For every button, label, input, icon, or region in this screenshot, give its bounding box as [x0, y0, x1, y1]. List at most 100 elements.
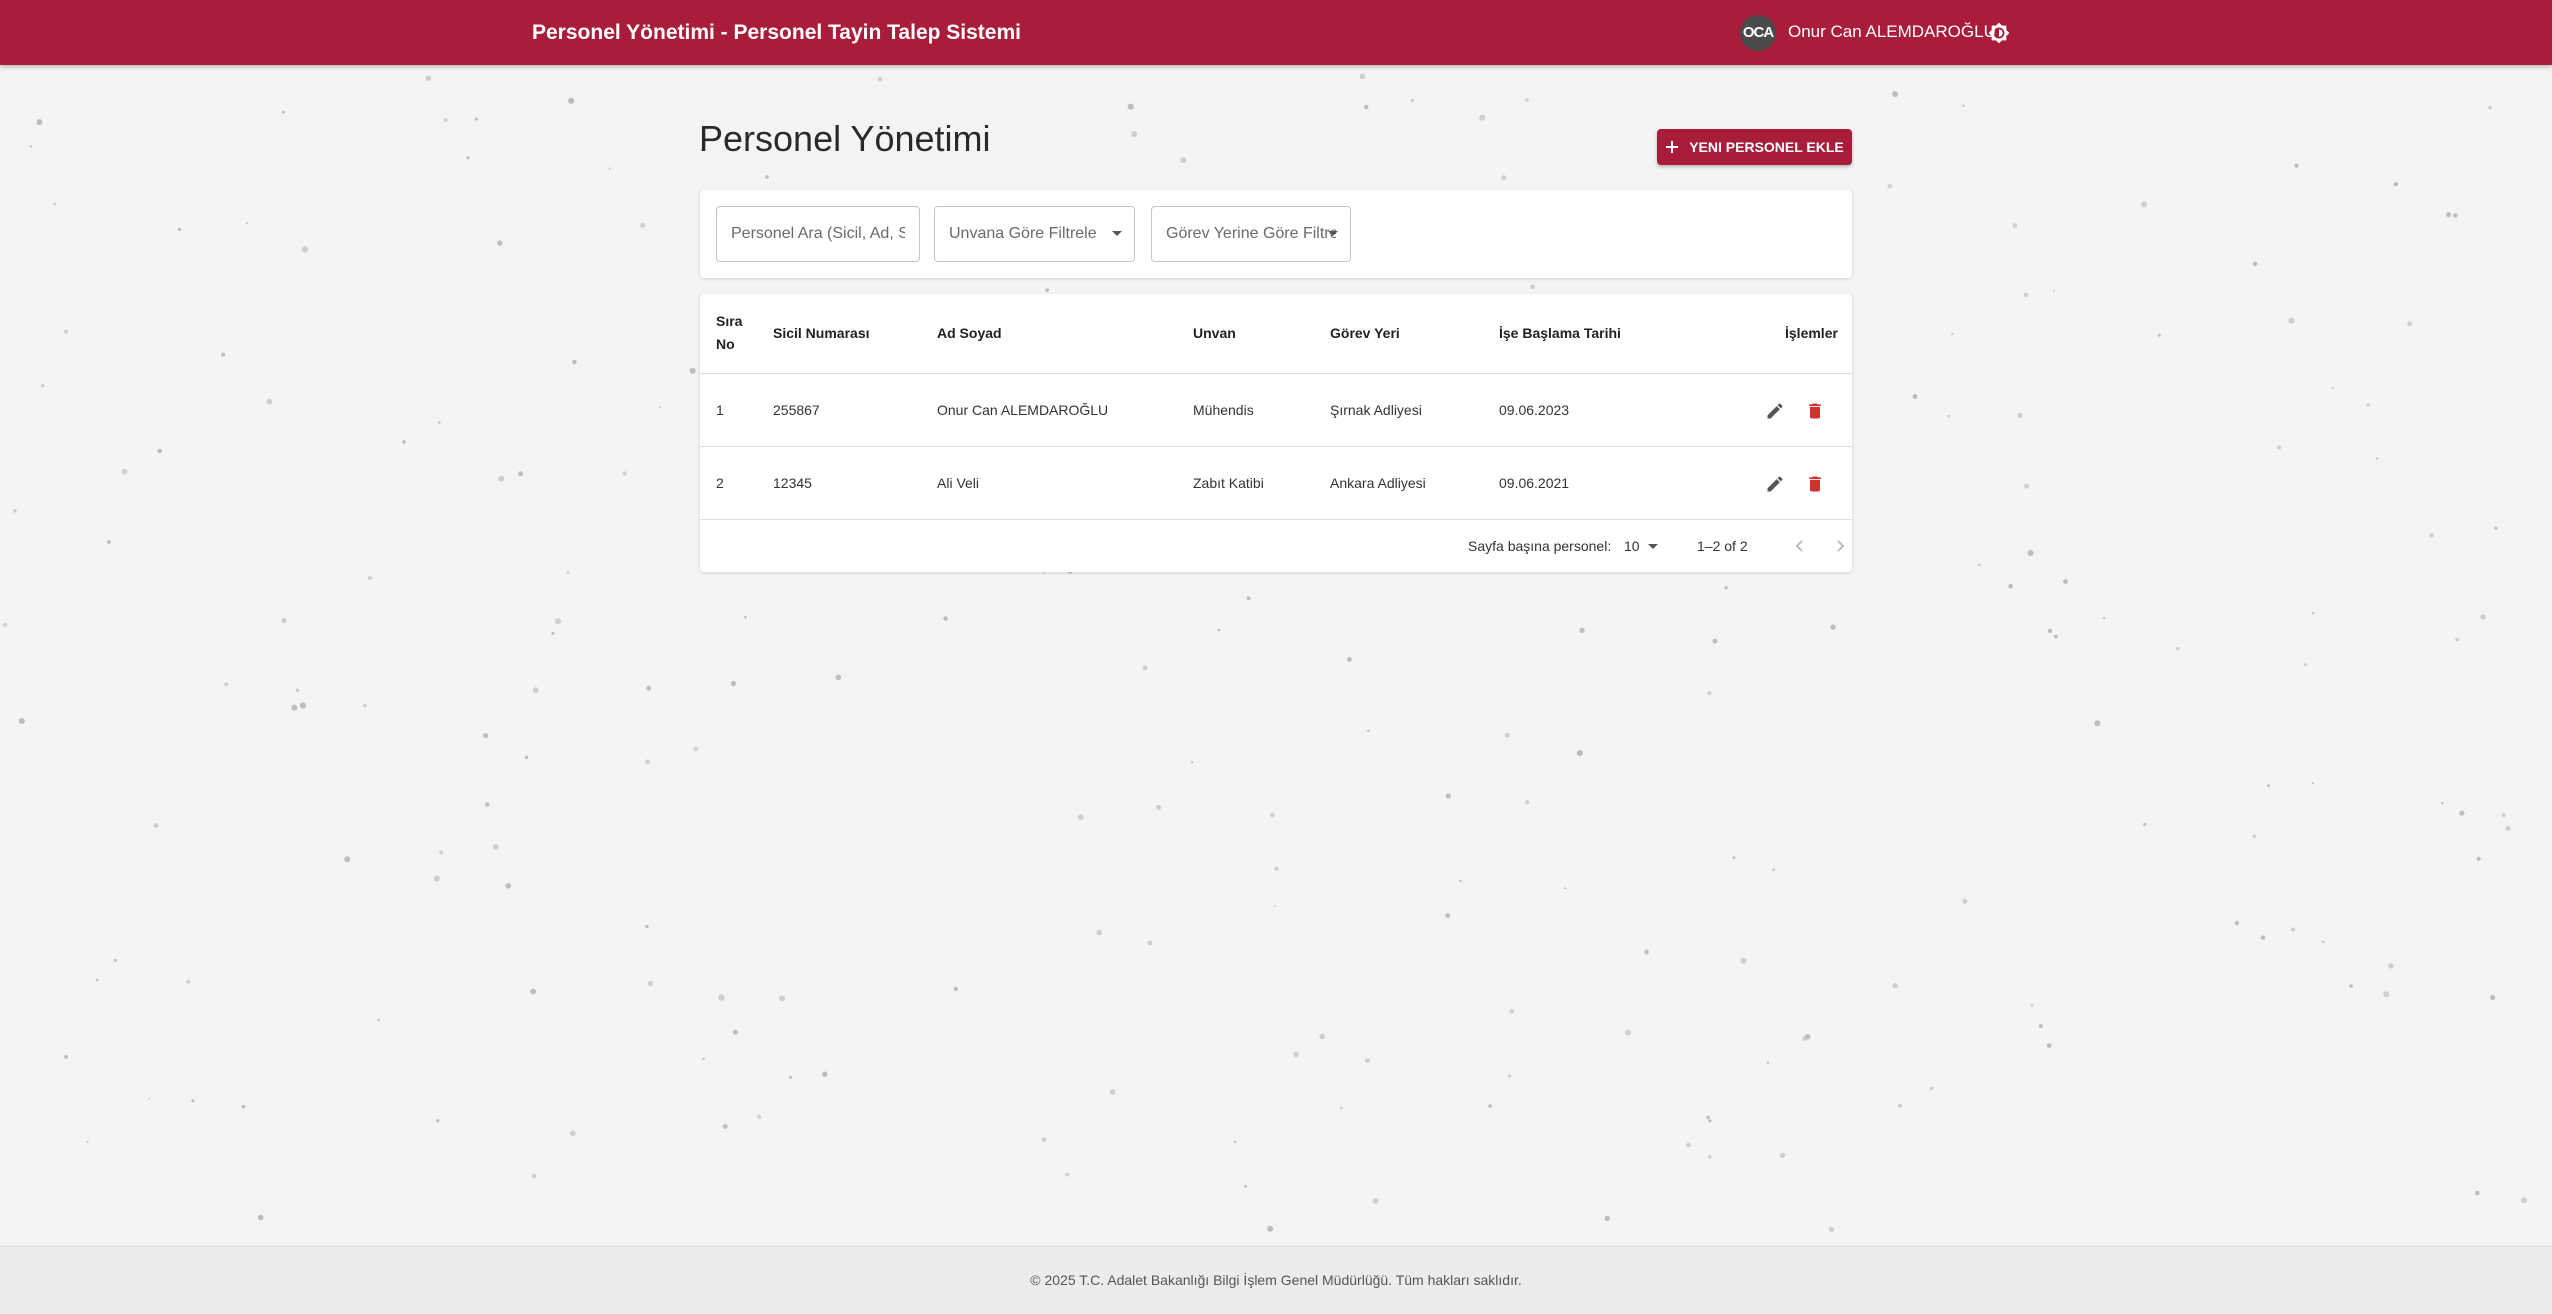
particle-dot [1504, 732, 1510, 738]
particle-dot [113, 958, 117, 962]
particle-dot [1217, 628, 1221, 632]
particle-dot [1805, 1034, 1811, 1040]
particle-dot [95, 978, 99, 982]
particle-dot [2052, 290, 2055, 293]
particle-dot [443, 118, 448, 123]
particle-dot [36, 119, 43, 126]
edit-icon [1767, 403, 1783, 419]
particle-dot [1507, 1074, 1512, 1078]
particle-dot [765, 175, 769, 179]
particle-dot [524, 755, 529, 760]
particle-dot [2023, 292, 2029, 298]
search-input[interactable] [717, 207, 919, 261]
edit-button[interactable] [1761, 397, 1789, 425]
delete-button[interactable] [1801, 397, 1829, 425]
particle-dot [953, 986, 958, 992]
particle-dot [718, 994, 725, 1001]
chevron-down-icon [1112, 231, 1122, 236]
particle-dot [693, 746, 699, 752]
particle-dot [1367, 729, 1370, 733]
particle-dot [148, 1097, 151, 1100]
theme-toggle-button[interactable] [1984, 18, 2014, 48]
particle-dot [1564, 887, 1567, 890]
particle-dot [2024, 483, 2030, 489]
particle-dot [1267, 1225, 1274, 1232]
particle-dot [2176, 646, 2180, 651]
edit-button[interactable] [1761, 470, 1789, 498]
particle-dot [2383, 991, 2390, 998]
particle-dot [2349, 984, 2353, 988]
particle-dot [344, 856, 351, 863]
location-filter-select[interactable]: Görev Yerine Göre Filtrele [1151, 206, 1351, 262]
username[interactable]: Onur Can ALEMDAROĞLU [1788, 0, 1996, 65]
particle-dot [2234, 920, 2240, 926]
particle-dot [1459, 879, 1462, 883]
particle-dot [1802, 1035, 1808, 1041]
particle-dot [2455, 637, 2460, 642]
cell-no: 2 [716, 475, 724, 491]
particle-dot [551, 631, 555, 635]
add-personnel-button[interactable]: YENI PERSONEL EKLE [1657, 129, 1852, 165]
add-personnel-label: YENI PERSONEL EKLE [1689, 139, 1844, 155]
page-range: 1–2 of 2 [1697, 538, 1748, 554]
particle-dot [1686, 1142, 1691, 1148]
particle-dot [1929, 1086, 1934, 1090]
particle-dot [566, 571, 570, 574]
particle-dot [2291, 927, 2296, 932]
particle-dot [555, 618, 561, 625]
particle-dot [191, 1099, 195, 1103]
particle-dot [1127, 103, 1134, 110]
particle-dot [2475, 1190, 2480, 1196]
particle-dot [645, 759, 650, 765]
particle-dot [1346, 656, 1352, 662]
particle-dot [1479, 114, 1486, 121]
particle-dot [2267, 784, 2270, 788]
cell-sicil: 255867 [773, 402, 820, 418]
particle-dot [363, 703, 367, 708]
particle-dot [1339, 1106, 1343, 1110]
particle-dot [689, 367, 696, 374]
particle-dot [2252, 834, 2257, 839]
avatar[interactable]: OCA [1740, 15, 1776, 51]
particle-dot [245, 221, 249, 225]
particle-dot [1191, 761, 1194, 764]
particle-dot [177, 227, 182, 232]
particle-dot [744, 615, 747, 619]
delete-button[interactable] [1801, 470, 1829, 498]
personnel-table: Sıra No Sicil Numarası Ad Soyad Unvan Gö… [700, 294, 1852, 572]
particle-dot [646, 685, 652, 691]
particle-dot [1912, 394, 1918, 399]
particle-dot [1951, 332, 1954, 336]
rows-per-page-select[interactable]: 10 [1624, 534, 1664, 558]
particle-dot [291, 704, 298, 711]
particle-dot [1364, 1058, 1370, 1063]
particle-dot [1041, 1137, 1047, 1142]
search-field[interactable] [716, 206, 920, 262]
particle-dot [2375, 457, 2378, 460]
next-page-button[interactable] [1828, 534, 1852, 558]
previous-page-button[interactable] [1788, 534, 1812, 558]
particle-dot [2277, 445, 2282, 450]
particle-dot [1509, 1009, 1515, 1014]
particle-dot [2501, 813, 2506, 818]
particle-dot [2054, 634, 2058, 639]
particle-dot [530, 988, 537, 995]
particle-dot [497, 240, 503, 246]
particle-dot [532, 1173, 537, 1179]
chevron-down-icon [1648, 544, 1658, 549]
header-actions: İşlemler [1785, 325, 1838, 341]
particle-dot [1706, 1115, 1710, 1120]
particle-dot [2393, 182, 2398, 187]
particle-dot [2505, 825, 2511, 831]
particle-dot [2017, 412, 2023, 418]
delete-icon [1809, 403, 1821, 419]
pagination: Sayfa başına personel: 10 1–2 of 2 [700, 520, 1852, 572]
particle-dot [1830, 624, 1836, 630]
particle-dot [1364, 104, 1369, 110]
particle-dot [1147, 940, 1153, 946]
particle-dot [822, 1071, 828, 1077]
particle-dot [570, 1130, 576, 1136]
particle-dot [29, 145, 33, 148]
location-filter-label: Görev Yerine Göre Filtrele [1166, 225, 1336, 242]
title-filter-select[interactable]: Unvana Göre Filtrele [934, 206, 1135, 262]
